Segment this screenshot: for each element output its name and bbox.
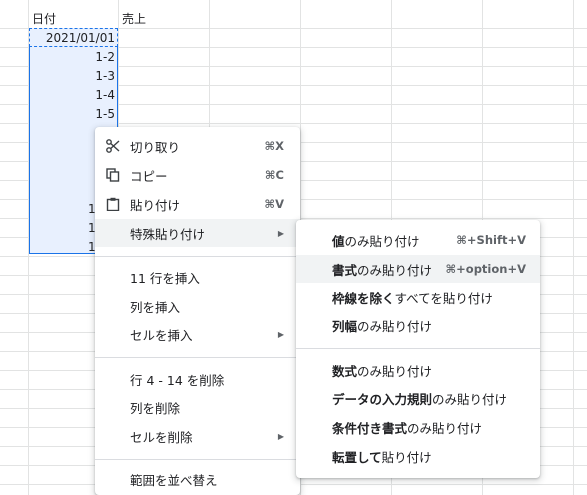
menu-item-label: 列を挿入 xyxy=(130,299,181,315)
menu-item-label: 数式のみ貼り付け xyxy=(332,363,433,379)
menu-item-label: 特殊貼り付け xyxy=(130,226,206,242)
menu-item-label: 値のみ貼り付け xyxy=(332,233,420,249)
shortcut-label: ⌘V xyxy=(264,197,284,211)
menu-item-cut[interactable]: 切り取り ⌘X xyxy=(95,132,300,160)
menu-item-label: セルを挿入 xyxy=(130,327,193,343)
menu-item-label: セルを削除 xyxy=(130,429,193,445)
menu-item-label: 列を削除 xyxy=(130,400,181,416)
menu-item-delete-cells[interactable]: セルを削除 ▶ xyxy=(95,422,300,450)
menu-item-paste-data-validation-only[interactable]: データの入力規則のみ貼り付け xyxy=(296,384,540,412)
menu-item-label: データの入力規則のみ貼り付け xyxy=(332,391,508,407)
menu-item-insert-column[interactable]: 列を挿入 xyxy=(95,292,300,320)
menu-item-label: 11 行を挿入 xyxy=(130,270,200,286)
copy-icon xyxy=(105,167,121,183)
menu-item-label: 枠線を除くすべてを貼り付け xyxy=(332,290,493,306)
menu-separator xyxy=(296,348,540,349)
chevron-right-icon: ▶ xyxy=(277,228,284,238)
chevron-right-icon: ▶ xyxy=(277,431,284,441)
menu-item-paste[interactable]: 貼り付け ⌘V xyxy=(95,190,300,218)
shortcut-label: ⌘+option+V xyxy=(445,262,527,276)
shortcut-label: ⌘C xyxy=(264,168,284,182)
menu-item-label: 書式のみ貼り付け xyxy=(332,262,433,278)
menu-separator xyxy=(95,357,300,358)
cell-a4[interactable]: 1-3 xyxy=(30,69,115,83)
cell-a3[interactable]: 1-2 xyxy=(30,50,115,64)
grid-line xyxy=(573,0,574,495)
menu-item-copy[interactable]: コピー ⌘C xyxy=(95,161,300,189)
shortcut-label: ⌘+Shift+V xyxy=(456,233,526,247)
header-cell-date[interactable]: 日付 xyxy=(32,10,56,27)
cell-a2[interactable]: 2021/01/01 xyxy=(30,31,115,45)
chevron-right-icon: ▶ xyxy=(277,329,284,339)
menu-item-delete-rows[interactable]: 行 4 - 14 を削除 xyxy=(95,365,300,393)
menu-item-paste-all-except-borders[interactable]: 枠線を除くすべてを貼り付け xyxy=(296,283,540,311)
menu-item-label: 条件付き書式のみ貼り付け xyxy=(332,420,483,436)
menu-item-sort-range[interactable]: 範囲を並べ替え xyxy=(95,465,300,493)
menu-item-label: 貼り付け xyxy=(130,197,181,213)
scissors-icon xyxy=(105,138,121,154)
menu-item-label: 行 4 - 14 を削除 xyxy=(130,372,225,388)
menu-separator xyxy=(95,256,300,257)
clipboard-icon xyxy=(105,196,121,212)
menu-item-paste-transposed[interactable]: 転置して貼り付け xyxy=(296,442,540,470)
menu-item-label: 転置して貼り付け xyxy=(332,449,432,465)
paste-special-submenu: 値のみ貼り付け ⌘+Shift+V 書式のみ貼り付け ⌘+option+V 枠線… xyxy=(296,220,540,478)
menu-item-label: コピー xyxy=(130,168,168,184)
shortcut-label: ⌘X xyxy=(264,139,284,153)
menu-item-paste-column-width-only[interactable]: 列幅のみ貼り付け xyxy=(296,311,540,339)
cell-a5[interactable]: 1-4 xyxy=(30,88,115,102)
header-cell-sales[interactable]: 売上 xyxy=(122,10,146,27)
menu-item-label: 切り取り xyxy=(130,139,181,155)
menu-item-delete-column[interactable]: 列を削除 xyxy=(95,393,300,421)
menu-item-paste-special[interactable]: 特殊貼り付け ▶ xyxy=(95,219,300,247)
menu-item-insert-cells[interactable]: セルを挿入 ▶ xyxy=(95,320,300,348)
menu-item-paste-values-only[interactable]: 値のみ貼り付け ⌘+Shift+V xyxy=(296,226,540,254)
menu-item-paste-conditional-format-only[interactable]: 条件付き書式のみ貼り付け xyxy=(296,413,540,441)
menu-item-paste-format-only[interactable]: 書式のみ貼り付け ⌘+option+V xyxy=(296,255,540,283)
menu-item-paste-formula-only[interactable]: 数式のみ貼り付け xyxy=(296,356,540,384)
context-menu: 切り取り ⌘X コピー ⌘C 貼り付け ⌘V 特殊貼り付け ▶ 11 行を挿入 … xyxy=(95,127,300,495)
menu-item-insert-rows[interactable]: 11 行を挿入 xyxy=(95,263,300,291)
menu-item-label: 範囲を並べ替え xyxy=(130,472,218,488)
menu-item-label: 列幅のみ貼り付け xyxy=(332,318,433,334)
menu-separator xyxy=(95,459,300,460)
cell-a6[interactable]: 1-5 xyxy=(30,107,115,121)
